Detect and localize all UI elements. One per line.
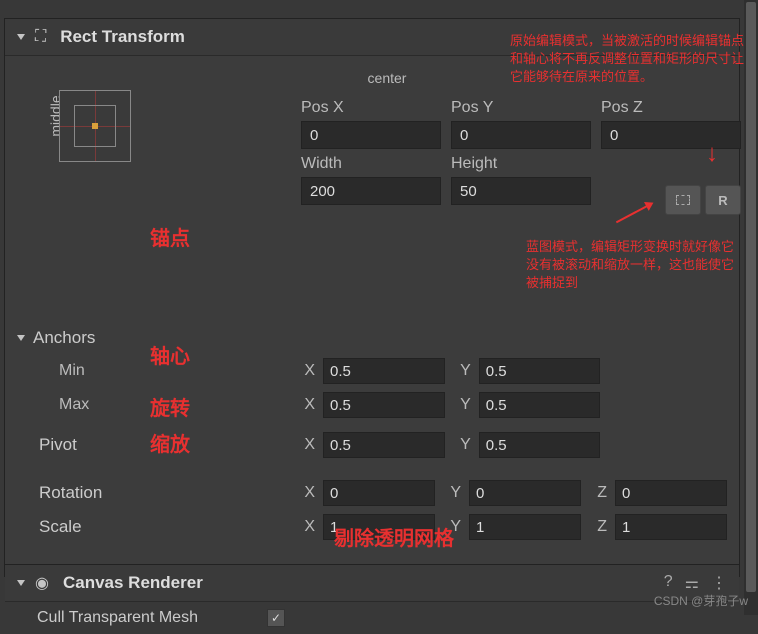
- foldout-icon[interactable]: [17, 580, 25, 586]
- watermark: CSDN @芽孢子w: [654, 592, 748, 609]
- anchor-min-x-input[interactable]: [323, 358, 445, 384]
- pivot-y-input[interactable]: [479, 432, 601, 458]
- blueprint-icon: [676, 195, 690, 205]
- anchors-label: Anchors: [33, 328, 163, 348]
- anchor-top-label: center: [59, 70, 715, 86]
- scale-z-input[interactable]: [615, 514, 727, 540]
- anchor-max-x-input[interactable]: [323, 392, 445, 418]
- rotation-z-input[interactable]: [615, 480, 727, 506]
- x-label: X: [297, 484, 315, 502]
- preset-icon[interactable]: ⚎: [685, 573, 699, 593]
- blueprint-mode-button[interactable]: [665, 185, 701, 215]
- x-label: X: [297, 436, 315, 454]
- scrollbar-thumb[interactable]: [746, 2, 756, 592]
- y-label: Y: [453, 436, 471, 454]
- rotation-x-input[interactable]: [323, 480, 435, 506]
- raw-mode-button[interactable]: R: [705, 185, 741, 215]
- posx-input[interactable]: [301, 121, 441, 149]
- canvas-renderer-header: ◉ Canvas Renderer ? ⚎ ⋮: [5, 565, 739, 602]
- height-input[interactable]: [451, 177, 591, 205]
- z-label: Z: [589, 484, 607, 502]
- x-label: X: [297, 518, 315, 536]
- canvas-renderer-title: Canvas Renderer: [63, 573, 203, 593]
- cull-transparent-label: Cull Transparent Mesh: [37, 609, 267, 627]
- width-label: Width: [301, 155, 441, 173]
- scrollbar[interactable]: [744, 0, 758, 615]
- pivot-x-input[interactable]: [323, 432, 445, 458]
- scale-x-input[interactable]: [323, 514, 435, 540]
- posz-label: Pos Z: [601, 99, 741, 117]
- y-label: Y: [443, 518, 461, 536]
- anchors-foldout-icon[interactable]: [17, 335, 25, 341]
- height-label: Height: [451, 155, 591, 173]
- help-icon[interactable]: ?: [664, 573, 673, 593]
- menu-icon[interactable]: ⋮: [711, 573, 727, 593]
- scale-y-input[interactable]: [469, 514, 581, 540]
- visibility-icon: ◉: [35, 573, 49, 593]
- posy-label: Pos Y: [451, 99, 591, 117]
- pivot-label: Pivot: [17, 435, 147, 455]
- anchor-max-y-input[interactable]: [479, 392, 601, 418]
- posz-input[interactable]: [601, 121, 741, 149]
- y-label: Y: [443, 484, 461, 502]
- rect-transform-header: ⛶ Rect Transform: [5, 19, 739, 56]
- rect-transform-icon: ⛶: [35, 28, 46, 46]
- anchors-max-label: Max: [17, 396, 127, 414]
- foldout-icon[interactable]: [17, 34, 25, 40]
- z-label: Z: [589, 518, 607, 536]
- x-label: X: [297, 362, 315, 380]
- anchor-min-y-input[interactable]: [479, 358, 601, 384]
- posx-label: Pos X: [301, 99, 441, 117]
- anchors-min-label: Min: [17, 362, 127, 380]
- rotation-label: Rotation: [17, 483, 147, 503]
- scale-label: Scale: [17, 517, 147, 537]
- y-label: Y: [453, 396, 471, 414]
- x-label: X: [297, 396, 315, 414]
- cull-transparent-checkbox[interactable]: ✓: [267, 609, 285, 627]
- rect-transform-title: Rect Transform: [60, 27, 185, 47]
- rotation-y-input[interactable]: [469, 480, 581, 506]
- width-input[interactable]: [301, 177, 441, 205]
- y-label: Y: [453, 362, 471, 380]
- posy-input[interactable]: [451, 121, 591, 149]
